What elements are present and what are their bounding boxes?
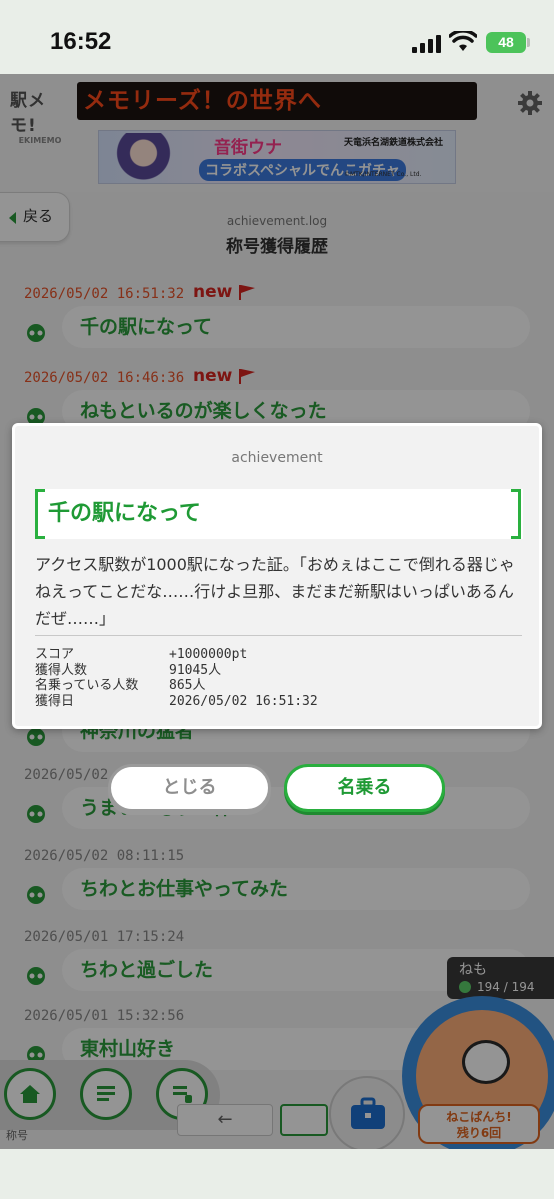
wifi-icon bbox=[449, 31, 477, 51]
bracket-right bbox=[511, 489, 521, 539]
battery-icon: 48 bbox=[486, 32, 526, 53]
claim-title-button[interactable]: 名乗る bbox=[284, 764, 445, 812]
home-indicator-area bbox=[0, 1149, 554, 1199]
achievement-dialog: achievement 千の駅になって アクセス駅数が1000駅になった証。「お… bbox=[12, 423, 542, 729]
cellular-signal-icon bbox=[412, 33, 442, 53]
dialog-header: achievement bbox=[231, 450, 323, 466]
bracket-left bbox=[35, 489, 45, 539]
close-button[interactable]: とじる bbox=[108, 764, 271, 812]
battery-tip bbox=[527, 38, 530, 47]
achievement-title: 千の駅になって bbox=[48, 501, 201, 526]
divider bbox=[35, 635, 522, 636]
clock: 16:52 bbox=[50, 28, 112, 55]
achievement-description: アクセス駅数が1000駅になった証。「おめぇはここで倒れる器じゃねえってことだな… bbox=[35, 555, 515, 628]
status-bar: 16:52 48 bbox=[0, 0, 554, 74]
